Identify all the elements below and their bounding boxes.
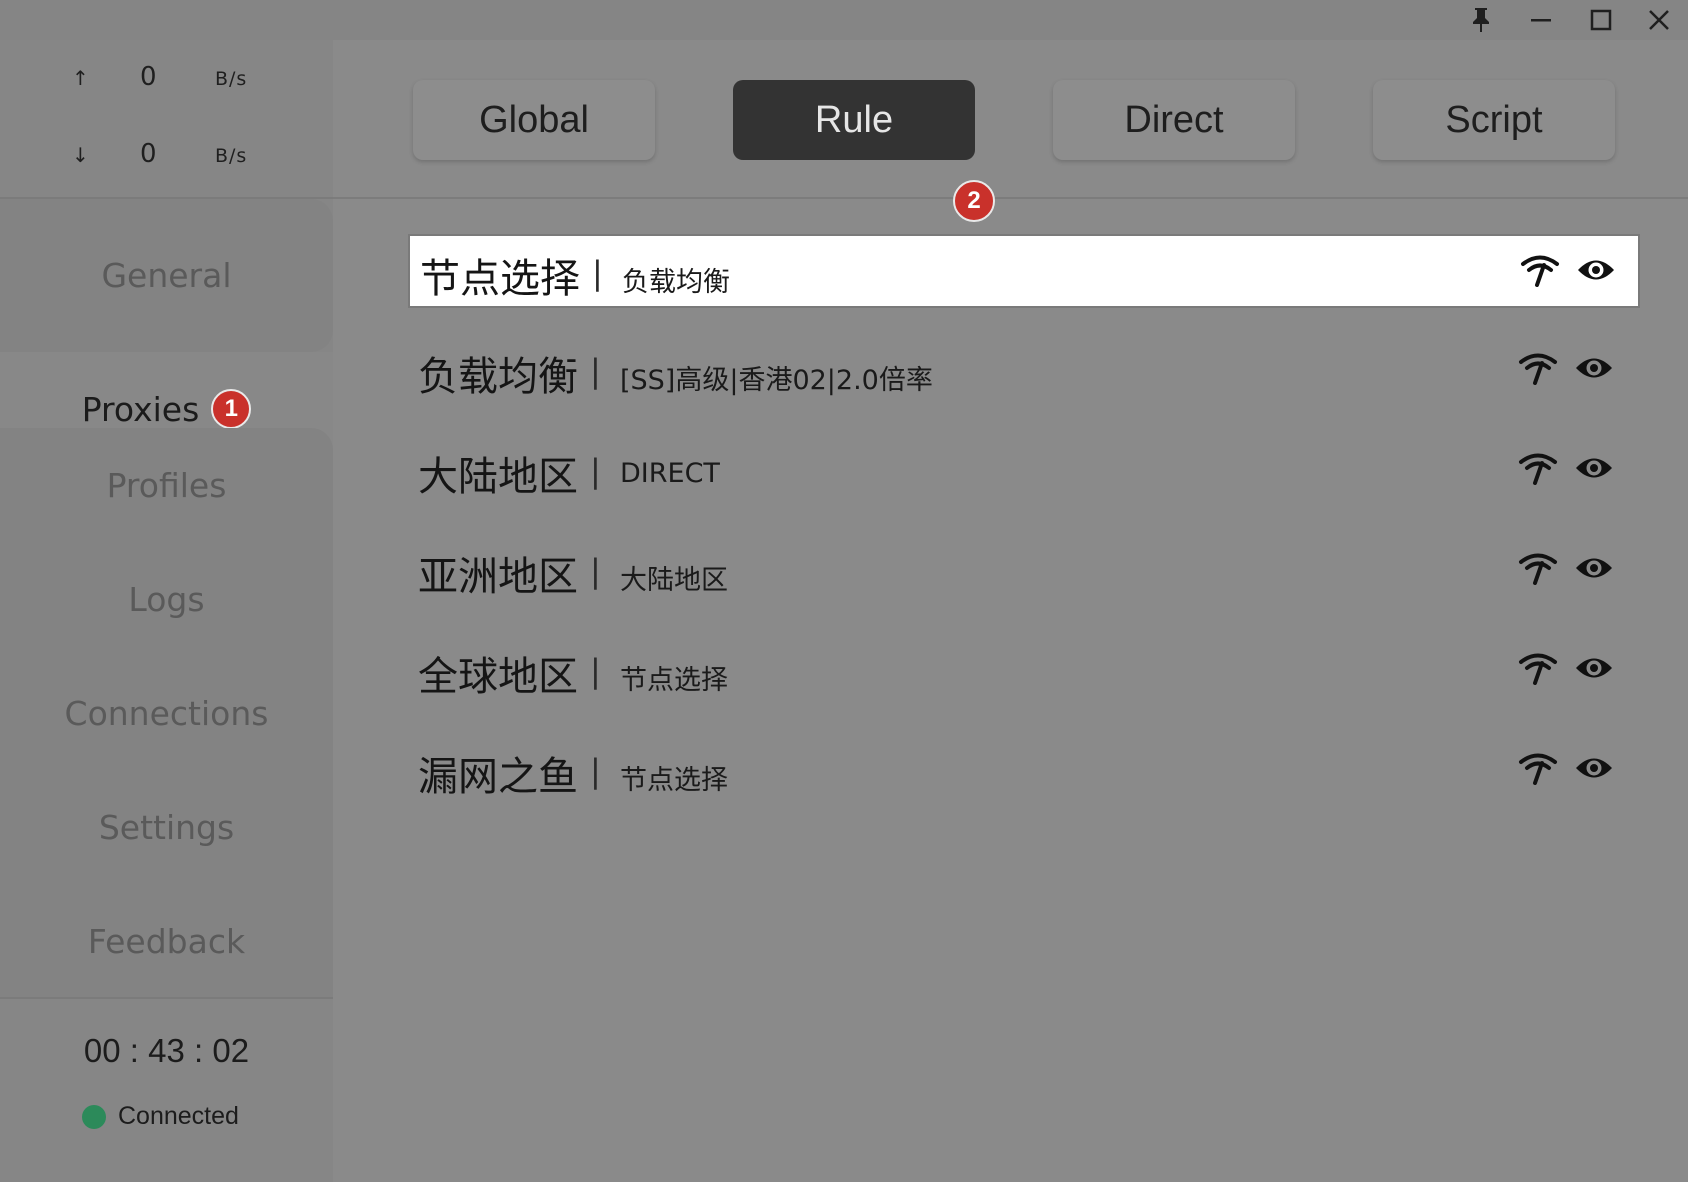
latency-test-icon[interactable] (1518, 250, 1562, 290)
sidebar-item-profiles[interactable]: Profiles (0, 428, 333, 542)
mode-direct-button[interactable]: Direct (1053, 80, 1295, 160)
uptime-timer: 00 : 43 : 02 (83, 1032, 250, 1069)
sidebar-item-connections[interactable]: Connections (0, 656, 333, 770)
eye-icon[interactable] (1574, 250, 1618, 290)
status-text: Connected (118, 1102, 239, 1130)
group-current: 节点选择 (620, 665, 728, 696)
mode-label: Rule (814, 98, 894, 141)
proxy-group-row[interactable]: 负载均衡 | [SS]高级|香港02|2.0倍率 (408, 334, 1640, 408)
latency-test-icon[interactable] (1516, 448, 1560, 488)
sidebar-item-logs[interactable]: Logs (0, 542, 333, 656)
upload-value: 0 (140, 62, 157, 92)
eye-icon[interactable] (1572, 548, 1616, 588)
proxy-group-row[interactable]: 亚洲地区 | 大陆地区 (408, 534, 1640, 608)
mode-label: Global (479, 98, 589, 141)
sidebar-item-label: Proxies (81, 389, 200, 429)
eye-icon[interactable] (1572, 348, 1616, 388)
sidebar-item-label: Connections (64, 693, 269, 733)
group-separator: | (590, 552, 601, 590)
sidebar-item-label: General (101, 256, 232, 295)
close-icon[interactable] (1630, 0, 1688, 40)
upload-unit: B/s (215, 68, 248, 90)
pin-icon[interactable] (1452, 0, 1510, 40)
eye-icon[interactable] (1572, 448, 1616, 488)
group-separator: | (590, 452, 601, 490)
group-current: 负载均衡 (622, 267, 730, 298)
minimize-icon[interactable] (1512, 0, 1570, 40)
proxies-main: Global Rule Direct Script 2 节点选择 | 负载均衡 … (333, 40, 1688, 1182)
mode-label: Direct (1124, 98, 1224, 141)
sidebar-item-general[interactable]: General (0, 199, 333, 352)
mode-divider (333, 197, 1688, 199)
connection-status: Connected (82, 1102, 239, 1131)
download-value: 0 (140, 139, 157, 169)
group-current: DIRECT (620, 458, 720, 489)
latency-test-icon[interactable] (1516, 748, 1560, 788)
mode-script-button[interactable]: Script (1373, 80, 1615, 160)
proxy-group-row[interactable]: 节点选择 | 负载均衡 (408, 234, 1640, 308)
traffic-panel: ↑ 0 B/s ↓ 0 B/s (0, 40, 333, 198)
group-name: 全球地区 (418, 654, 578, 700)
group-current: 大陆地区 (620, 565, 728, 596)
group-separator: | (590, 652, 601, 690)
group-current: 节点选择 (620, 765, 728, 796)
sidebar-footer-divider (0, 997, 333, 999)
group-name: 负载均衡 (418, 354, 578, 400)
proxy-group-row[interactable]: 全球地区 | 节点选择 (408, 634, 1640, 708)
proxy-group-row[interactable]: 漏网之鱼 | 节点选择 (408, 734, 1640, 808)
group-name: 大陆地区 (418, 454, 578, 500)
download-arrow-icon: ↓ (72, 143, 89, 167)
sidebar-item-feedback[interactable]: Feedback (0, 884, 333, 998)
download-unit: B/s (215, 145, 248, 167)
title-bar (0, 0, 1688, 40)
upload-speed: ↑ 0 B/s (0, 60, 333, 100)
group-name: 漏网之鱼 (418, 754, 578, 800)
status-dot-icon (82, 1104, 106, 1129)
mode-label: Script (1445, 98, 1543, 141)
group-separator: | (590, 752, 601, 790)
upload-arrow-icon: ↑ (72, 66, 89, 90)
download-speed: ↓ 0 B/s (0, 137, 333, 177)
sidebar-item-label: Settings (98, 807, 235, 847)
sidebar-item-label: Logs (128, 579, 205, 619)
sidebar-item-label: Profiles (106, 465, 227, 505)
group-name: 亚洲地区 (418, 554, 578, 600)
latency-test-icon[interactable] (1516, 648, 1560, 688)
mode-rule-button[interactable]: Rule (733, 80, 975, 160)
latency-test-icon[interactable] (1516, 348, 1560, 388)
mode-global-button[interactable]: Global (413, 80, 655, 160)
sidebar-item-settings[interactable]: Settings (0, 770, 333, 884)
mode-annotation-badge: 2 (953, 180, 995, 222)
group-separator: | (590, 352, 601, 390)
proxy-group-row[interactable]: 大陆地区 | DIRECT (408, 434, 1640, 508)
group-separator: | (592, 254, 603, 292)
proxies-badge: 1 (211, 389, 252, 429)
sidebar: ↑ 0 B/s ↓ 0 B/s General Proxies 1 Profil… (0, 40, 333, 1182)
group-current: [SS]高级|香港02|2.0倍率 (620, 365, 933, 396)
maximize-icon[interactable] (1572, 0, 1630, 40)
group-name: 节点选择 (420, 256, 580, 302)
latency-test-icon[interactable] (1516, 548, 1560, 588)
eye-icon[interactable] (1572, 748, 1616, 788)
sidebar-item-label: Feedback (87, 921, 246, 961)
eye-icon[interactable] (1572, 648, 1616, 688)
